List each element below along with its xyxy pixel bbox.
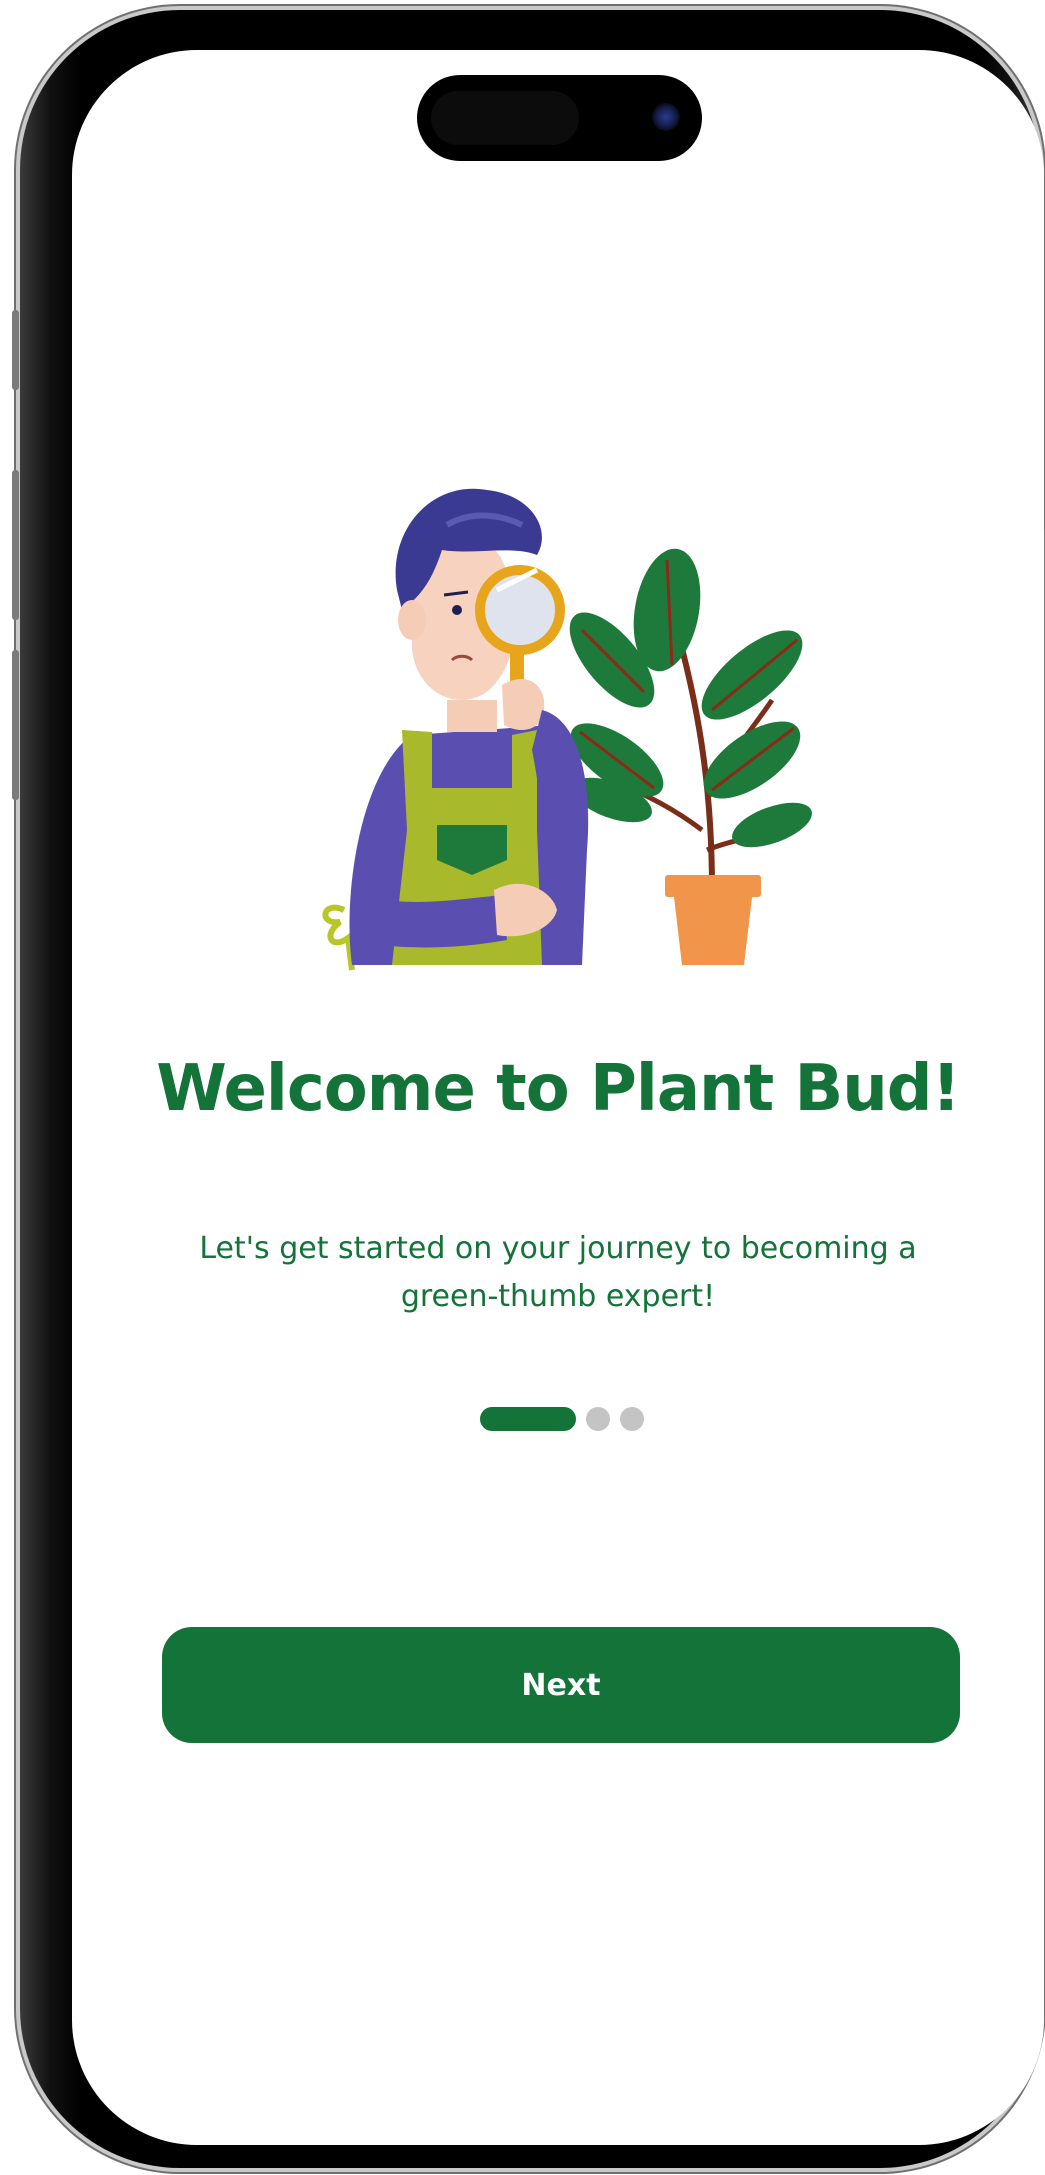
gardener-icon [322, 488, 589, 971]
page-indicator [480, 1407, 644, 1431]
page-dot[interactable] [586, 1407, 610, 1431]
front-camera-icon [652, 103, 680, 131]
island-sensor [431, 91, 579, 145]
side-button [12, 470, 19, 620]
welcome-subtitle: Let's get started on your journey to bec… [199, 1231, 917, 1314]
page-dot[interactable] [620, 1407, 644, 1431]
welcome-title: Welcome to Plant Bud! [156, 1052, 961, 1126]
dynamic-island [417, 75, 702, 161]
next-button[interactable]: Next [162, 1627, 960, 1743]
side-button [12, 310, 19, 390]
page-dot-active[interactable] [480, 1407, 576, 1431]
side-button [12, 650, 19, 800]
gardener-illustration [322, 488, 812, 971]
phone-frame: Welcome to Plant Bud! Let's get started … [12, 10, 1045, 2168]
app-screen: Welcome to Plant Bud! Let's get started … [72, 50, 1044, 2145]
plant-icon [569, 548, 812, 965]
